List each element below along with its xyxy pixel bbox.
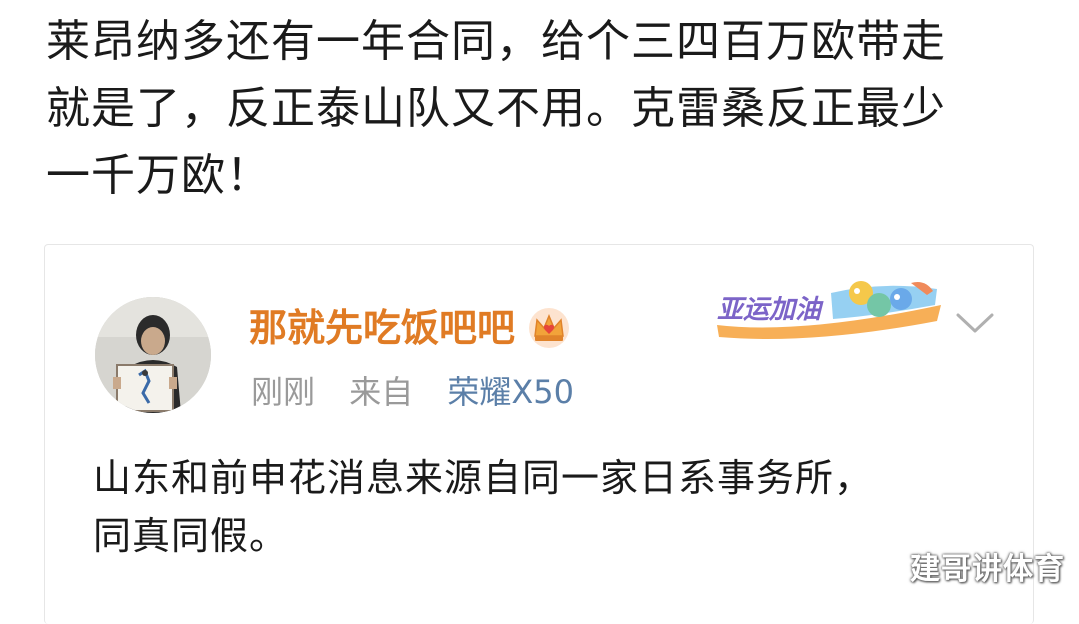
avatar-photo-icon [95,297,211,413]
quoted-post-card[interactable]: 那就先吃饭吧吧 刚刚 来自 荣耀X50 亚运加油 山东和前申花消息来源自同一家日… [44,244,1034,624]
badge-label: 亚运加油 [717,295,822,325]
post-body: 山东和前申花消息来源自同一家日系事务所， 同真同假。 [93,449,1013,565]
crown-icon [525,306,573,350]
headline-line-2: 就是了，反正泰山队又不用。克雷桑反正最少 [46,83,946,134]
headline-line-3: 一千万欧！ [46,150,271,201]
post-body-line-2: 同真同假。 [93,514,289,558]
post-body-line-1: 山东和前申花消息来源自同一家日系事务所， [93,456,874,500]
post-device-link[interactable]: 荣耀X50 [447,373,574,411]
post-time: 刚刚 [251,373,316,411]
username-row: 那就先吃饭吧吧 [249,303,573,353]
post-from-label: 来自 [349,373,414,411]
post-meta: 刚刚 来自 荣耀X50 [251,371,574,413]
user-avatar[interactable] [95,297,211,413]
username-link[interactable]: 那就先吃饭吧吧 [249,303,515,353]
watermark: 建哥讲体育 [910,552,1065,587]
headline-text: 莱昂纳多还有一年合同，给个三四百万欧带走 就是了，反正泰山队又不用。克雷桑反正最… [46,8,1046,209]
headline-line-1: 莱昂纳多还有一年合同，给个三四百万欧带走 [46,16,946,67]
chevron-down-icon[interactable] [955,311,995,335]
asian-games-badge[interactable]: 亚运加油 [711,275,947,341]
